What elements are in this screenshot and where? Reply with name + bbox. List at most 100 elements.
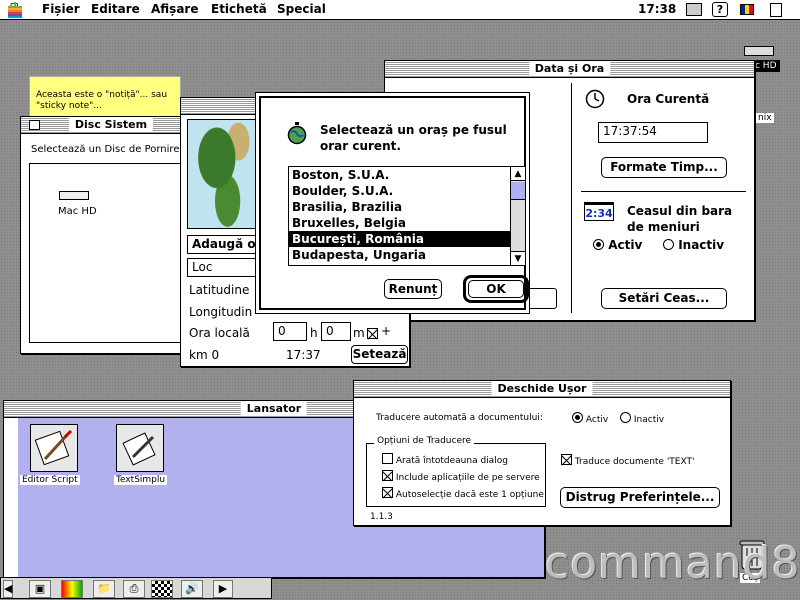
paper-pen-icon (122, 432, 156, 466)
clock-active-label: Activ (608, 238, 643, 252)
menubar-clock-label: Ceasul din bara de meniuri (627, 204, 733, 234)
world-map[interactable] (187, 119, 261, 229)
city-item[interactable]: Bruxelles, Belgia (289, 215, 511, 231)
include-server-option[interactable]: Include aplicațiile de pe servere (382, 470, 540, 483)
apple-logo-icon[interactable] (8, 2, 22, 18)
map-time-label: 17:37 (286, 348, 321, 362)
ok-button[interactable]: OK (468, 280, 524, 298)
translate-inactive-radio[interactable]: Inactiv (620, 412, 664, 425)
always-dialog-option[interactable]: Arată întotdeauna dialog (382, 453, 508, 466)
city-item[interactable]: Brasilia, Brazilia (289, 199, 511, 215)
include-server-checkbox[interactable] (382, 470, 393, 481)
hard-disk-icon[interactable] (59, 191, 89, 200)
clock-inactive-label: Inactiv (678, 238, 725, 252)
dst-checkbox[interactable] (367, 328, 378, 339)
city-item[interactable]: Boston, S.U.A. (289, 167, 511, 183)
simpletext-label[interactable]: TextSimplu (114, 475, 168, 485)
city-item[interactable]: Budapesta, Ungaria (289, 247, 511, 263)
menu-label[interactable]: Etichetă (211, 2, 267, 16)
printer-icon[interactable]: ⎙ (123, 580, 145, 598)
distance-label: km 0 (189, 348, 220, 362)
autoselect-checkbox[interactable] (382, 487, 393, 498)
latitude-label: Latitudine (189, 283, 250, 297)
radio-active-on[interactable] (572, 412, 583, 423)
translate-inactive-label: Inactiv (633, 415, 665, 425)
radio-inactive-off[interactable] (663, 239, 674, 250)
text-docs-checkbox[interactable] (561, 454, 572, 465)
time-formats-button[interactable]: Formate Timp... (601, 157, 727, 178)
scroll-thumb[interactable] (511, 182, 525, 200)
city-list[interactable]: Boston, S.U.A. Boulder, S.U.A. Brasilia,… (288, 166, 526, 266)
menubar-clock[interactable]: 17:38 (638, 2, 676, 16)
control-strip[interactable]: ◀ ▣ 📁 ⎙ 🔊 ▶ (0, 577, 272, 599)
hard-disk-label[interactable]: Mac HD (58, 206, 97, 217)
menu-file[interactable]: Fișier (42, 2, 80, 16)
hour-offset-field[interactable]: 0 (273, 322, 307, 341)
color-depth-icon[interactable] (61, 580, 83, 598)
always-dialog-checkbox[interactable] (382, 453, 393, 464)
startup-disk-window[interactable]: Disc Sistem Selectează un Disc de Pornir… (20, 116, 202, 354)
current-time-field[interactable]: 17:37:54 (598, 122, 708, 143)
minute-offset-field[interactable]: 0 (321, 322, 351, 341)
clock-inactive-radio[interactable]: Inactiv (663, 238, 724, 252)
clock-active-radio[interactable]: Activ (593, 238, 642, 252)
desktop-disk-label[interactable]: c HD (752, 60, 780, 72)
scroll-quill-icon (34, 429, 73, 466)
monitor-icon[interactable] (686, 3, 702, 16)
city-list-scrollbar[interactable]: ▲ ▼ (510, 167, 525, 265)
menu-view[interactable]: Afișare (151, 2, 198, 16)
scroll-up-arrow-icon[interactable]: ▲ (511, 167, 525, 181)
cancel-button[interactable]: Renunț (384, 279, 442, 299)
scroll-down-arrow-icon[interactable]: ▼ (511, 251, 525, 265)
script-editor-icon[interactable] (30, 424, 78, 472)
startup-disk-titlebar[interactable]: Disc Sistem (21, 117, 201, 134)
help-icon[interactable]: ? (712, 2, 728, 17)
easy-open-window[interactable]: Deschide Ușor Traducere automată a docum… (353, 380, 731, 526)
monitor-resolution-icon[interactable] (151, 580, 173, 598)
current-time-label: Ora Curentă (627, 92, 710, 106)
vertical-divider (571, 83, 572, 313)
sticky-note-text: Aceasta este o "notiță"... sau "sticky n… (36, 90, 168, 111)
text-docs-option[interactable]: Traduce documente 'TEXT' (561, 454, 694, 467)
longitude-label: Longitudin (189, 305, 253, 319)
startup-disk-prompt: Selectează un Disc de Pornire: (31, 144, 183, 155)
script-editor-label[interactable]: Editor Script (20, 475, 80, 485)
translate-active-radio[interactable]: Activ (572, 412, 608, 425)
city-item-selected[interactable]: București, România (289, 231, 511, 247)
text-docs-label: Traduce documente 'TEXT' (574, 457, 695, 467)
section-divider (581, 191, 746, 192)
dialog-frame: Selectează un oraș pe fusul orar curent.… (259, 96, 529, 310)
translation-options-label: Opțiuni de Traducere (374, 436, 475, 446)
menu-special[interactable]: Special (277, 2, 326, 16)
desktop-partial-label[interactable]: nix (756, 113, 774, 123)
date-time-titlebar[interactable]: Data și Ora (385, 61, 754, 78)
menu-edit[interactable]: Editare (91, 2, 140, 16)
radio-inactive-off[interactable] (620, 412, 631, 423)
destroy-preferences-button[interactable]: Distrug Preferințele... (560, 487, 720, 508)
simpletext-icon[interactable] (116, 424, 164, 472)
sticky-note[interactable]: Aceasta este o "notiță"... sau "sticky n… (29, 76, 181, 118)
finder-app-icon[interactable] (770, 3, 782, 17)
startup-disk-title: Disc Sistem (68, 118, 154, 131)
city-item[interactable]: Boulder, S.U.A. (289, 183, 511, 199)
close-box-icon[interactable] (29, 120, 40, 130)
include-server-label: Include aplicațiile de pe servere (395, 473, 540, 483)
clock-settings-button[interactable]: Setări Ceas... (601, 288, 727, 309)
easy-open-titlebar[interactable]: Deschide Ușor (354, 381, 730, 398)
monitor-bits-icon[interactable]: ▣ (29, 580, 51, 598)
local-time-label: Ora locală (189, 326, 250, 340)
desktop-disk-icon[interactable] (744, 46, 774, 56)
folder-icon[interactable]: 📁 (93, 580, 115, 598)
hour-unit-label: h (310, 326, 318, 340)
sound-volume-icon[interactable]: 🔊 (181, 580, 203, 598)
autoselect-option[interactable]: Autoselecție dacă este 1 opțiune (382, 487, 544, 500)
strip-right-tab-icon[interactable]: ▶ (213, 580, 233, 598)
select-city-dialog[interactable]: Selectează un oraș pe fusul orar curent.… (255, 92, 530, 314)
strip-left-tab-icon[interactable]: ◀ (3, 580, 13, 598)
disk-list[interactable]: Mac HD (29, 163, 195, 343)
romanian-flag-icon[interactable] (740, 4, 754, 15)
menu-bar:  Fișier Editare Afișare Etichetă Specia… (0, 0, 800, 20)
watermark-logo: command8 (545, 538, 800, 589)
set-button[interactable]: Setează (351, 345, 408, 364)
radio-active-on[interactable] (593, 239, 604, 250)
